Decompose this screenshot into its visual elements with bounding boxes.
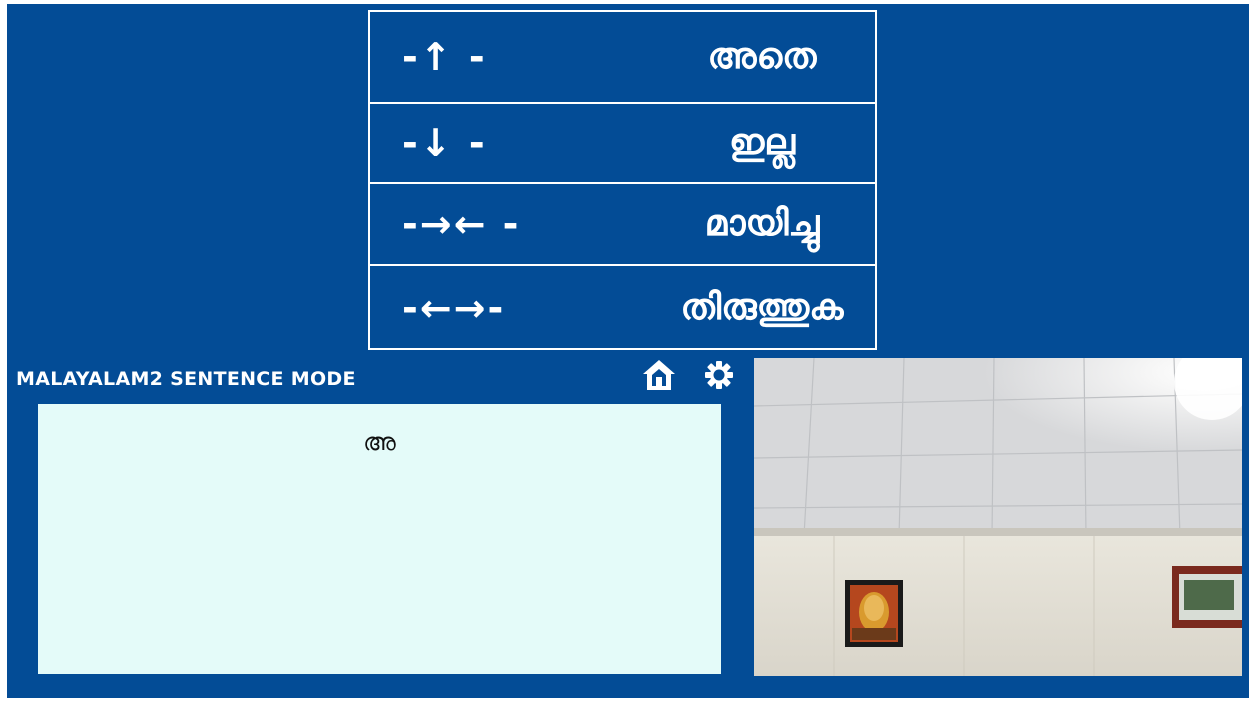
mode-title: MALAYALAM2 SENTENCE MODE <box>16 368 356 390</box>
gesture-outward-arrows: -←→- <box>402 286 506 330</box>
command-row-erase: -→← - മായിച്ചു <box>370 184 875 266</box>
command-word-no: ഇല്ല <box>728 122 796 163</box>
command-word-correct: തിരുത്തുക <box>680 287 844 328</box>
command-row-no: -↓ - ഇല്ല <box>370 104 875 184</box>
gear-icon <box>705 361 733 389</box>
command-row-yes: -↑ - അതെ <box>370 12 875 104</box>
home-button[interactable] <box>641 358 677 392</box>
gesture-up-arrow: -↑ - <box>402 35 487 79</box>
gesture-command-table: -↑ - അതെ -↓ - ഇല്ല -→← - മായിച്ചു -←→- ത… <box>368 10 877 350</box>
command-row-correct: -←→- തിരുത്തുക <box>370 266 875 350</box>
webcam-feed <box>754 358 1242 676</box>
gesture-inward-arrows: -→← - <box>402 202 521 246</box>
gesture-down-arrow: -↓ - <box>402 121 487 165</box>
sentence-text-area[interactable]: അ <box>38 404 721 674</box>
command-word-yes: അതെ <box>707 36 817 77</box>
webcam-image <box>754 358 1242 676</box>
typed-text: അ <box>363 428 396 456</box>
settings-button[interactable] <box>704 360 734 390</box>
command-word-erase: മായിച്ചു <box>704 203 820 244</box>
home-icon <box>643 360 675 390</box>
